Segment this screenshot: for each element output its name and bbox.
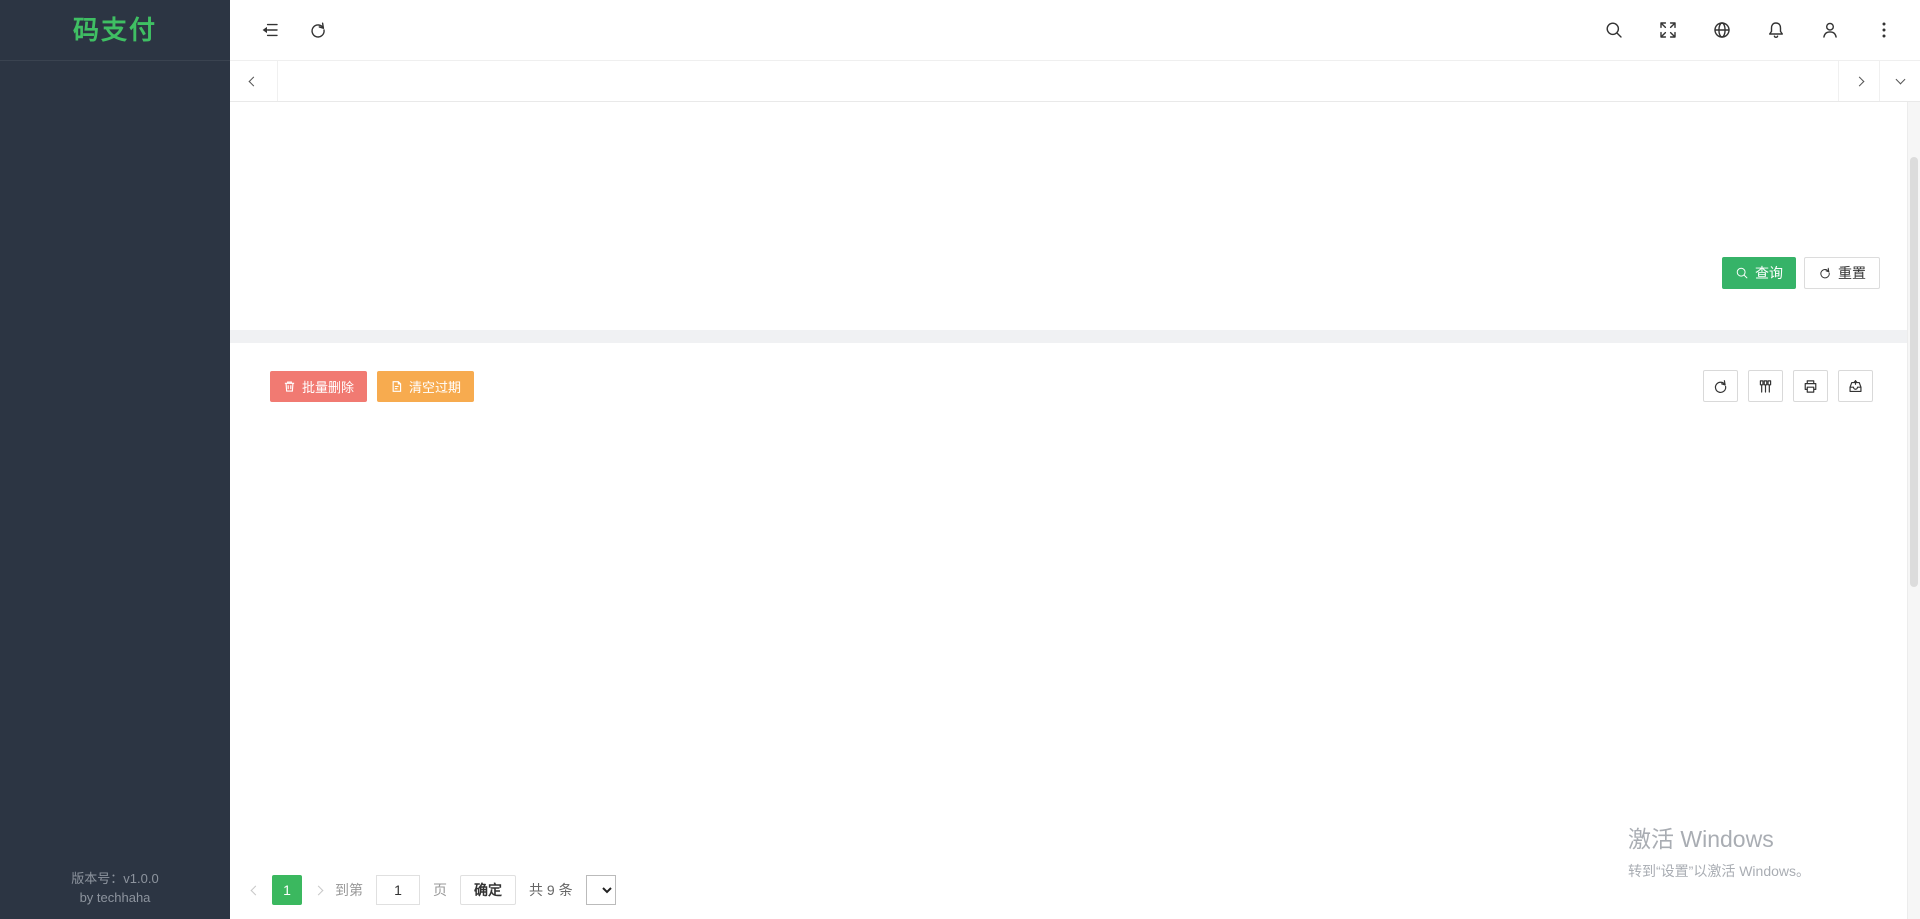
tabs-scroll-right-button[interactable] (1838, 61, 1879, 101)
batch-delete-button[interactable]: 批量删除 (270, 371, 367, 402)
goto-confirm-button[interactable]: 确定 (460, 875, 516, 905)
notifications-icon[interactable] (1766, 20, 1786, 40)
reset-button[interactable]: 重置 (1804, 257, 1880, 289)
chevron-right-icon (1854, 76, 1864, 86)
goto-label: 到第 (335, 880, 363, 900)
orders-panel: 批量删除 清空过期 1 到第 (230, 343, 1907, 919)
app-logo: 码支付 (0, 0, 230, 61)
sidebar-menu (0, 61, 230, 63)
version-author: by techhaha (0, 888, 230, 907)
tabs-scroll-left-button[interactable] (230, 61, 278, 101)
search-icon[interactable] (1604, 20, 1624, 40)
version-number: 版本号：v1.0.0 (0, 869, 230, 888)
page-size-select[interactable] (586, 875, 616, 905)
columns-icon (1757, 378, 1774, 395)
sidebar: 码支付 版本号：v1.0.0 by techhaha (0, 0, 230, 919)
vertical-scrollbar (1907, 102, 1920, 919)
refresh-icon (1818, 266, 1832, 280)
refresh-page-icon[interactable] (308, 20, 328, 40)
clear-expired-button[interactable]: 清空过期 (377, 371, 474, 402)
topbar (230, 0, 1920, 61)
tabbar (230, 61, 1920, 102)
table-print-button[interactable] (1793, 370, 1828, 402)
next-page-button[interactable] (314, 885, 324, 895)
goto-page-input[interactable] (376, 875, 420, 905)
search-button[interactable]: 查询 (1722, 257, 1796, 289)
chevron-down-icon (1895, 75, 1905, 85)
table-columns-button[interactable] (1748, 370, 1783, 402)
main-content: 查询 重置 批量删除 清空过期 (230, 102, 1907, 919)
filter-panel: 查询 重置 (230, 102, 1907, 330)
current-page-button[interactable]: 1 (272, 875, 302, 905)
export-icon (1847, 378, 1864, 395)
section-gap (230, 330, 1907, 343)
fullscreen-icon[interactable] (1658, 20, 1678, 40)
pagination: 1 到第 页 确定 共 9 条 (252, 875, 616, 905)
table-export-button[interactable] (1838, 370, 1873, 402)
printer-icon (1802, 378, 1819, 395)
page-unit-label: 页 (433, 880, 447, 900)
prev-page-button[interactable] (251, 885, 261, 895)
search-icon (1735, 266, 1749, 280)
user-avatar-icon[interactable] (1820, 20, 1840, 40)
refresh-icon (1712, 378, 1729, 395)
trash-icon (283, 380, 296, 393)
clear-doc-icon (390, 380, 403, 393)
table-refresh-button[interactable] (1703, 370, 1738, 402)
scrollbar-thumb[interactable] (1910, 157, 1918, 587)
language-icon[interactable] (1712, 20, 1732, 40)
more-menu-icon[interactable] (1874, 20, 1894, 40)
collapse-menu-icon[interactable] (260, 20, 280, 40)
total-count-label: 共 9 条 (529, 880, 573, 900)
chevron-left-icon (249, 76, 259, 86)
tabs-more-button[interactable] (1879, 61, 1920, 101)
version-info: 版本号：v1.0.0 by techhaha (0, 869, 230, 907)
